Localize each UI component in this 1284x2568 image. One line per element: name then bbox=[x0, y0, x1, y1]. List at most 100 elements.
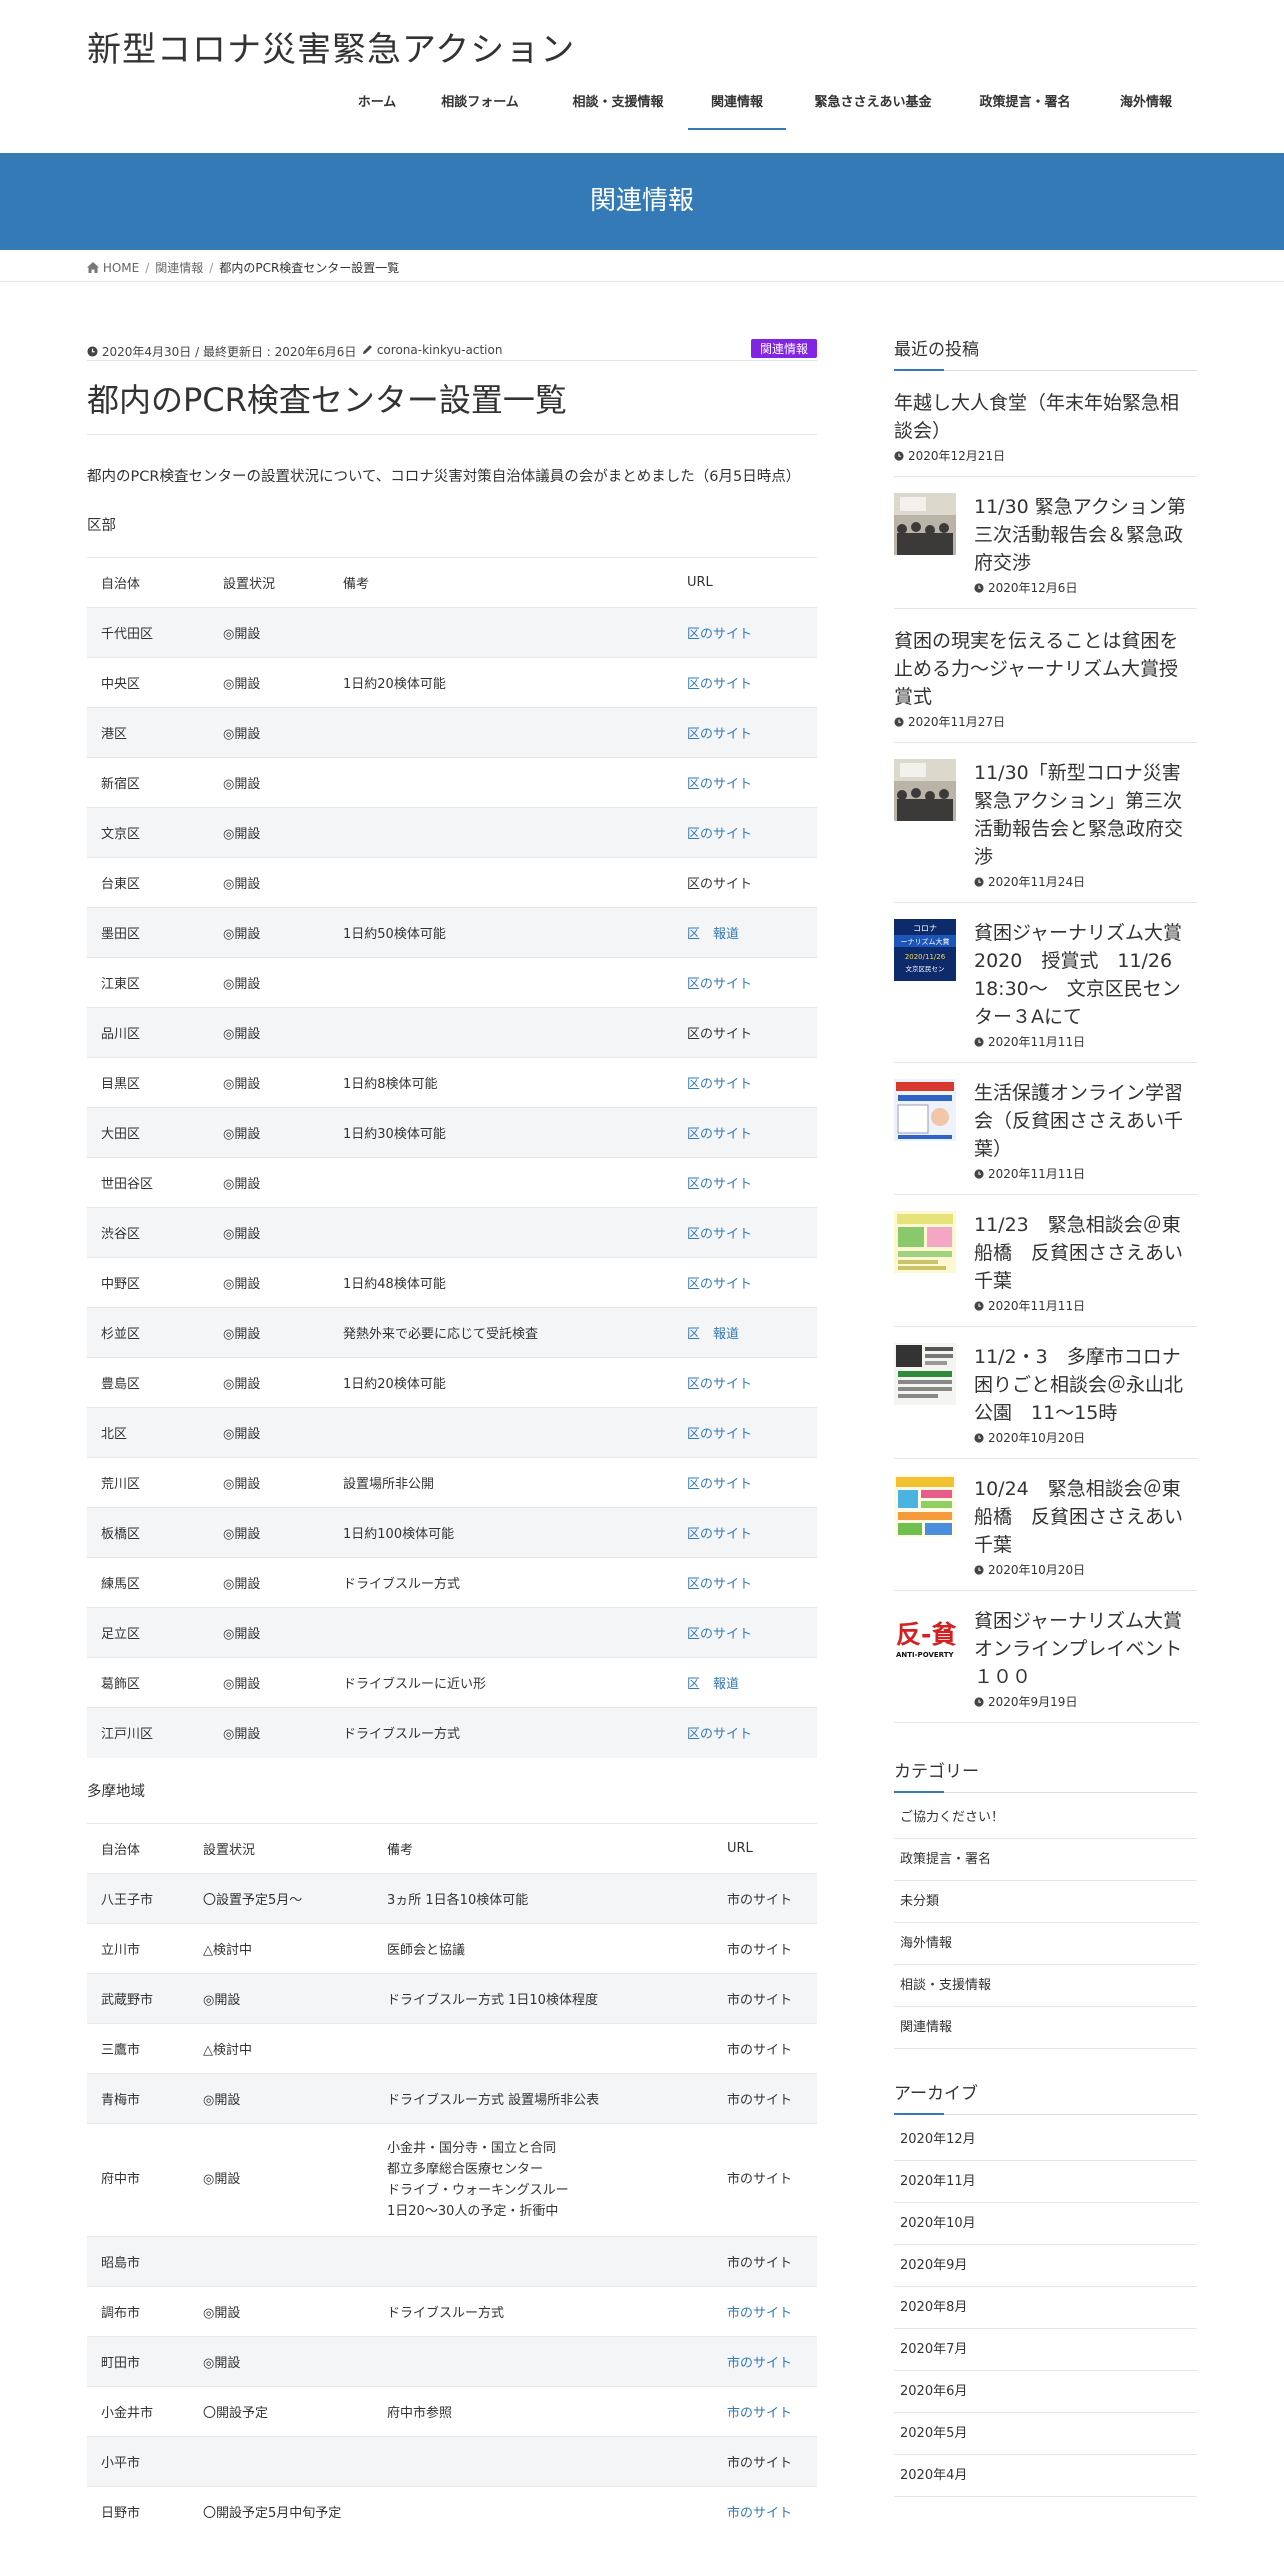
clock-icon bbox=[894, 717, 904, 727]
url-link[interactable]: 区のサイト bbox=[673, 758, 817, 808]
status-cell: ◎開設 bbox=[223, 777, 261, 792]
post-thumbnail[interactable] bbox=[894, 1475, 956, 1537]
note-cell bbox=[373, 2336, 713, 2386]
recent-post[interactable]: 11/23 緊急相談会＠東船橋 反貧困ささえあい千葉 2020年11月11日 bbox=[894, 1195, 1197, 1327]
url-link[interactable]: 区のサイト bbox=[673, 707, 817, 758]
nav-support-info[interactable]: 相談・支援情報 bbox=[560, 88, 676, 130]
url-link[interactable]: 区 報道 bbox=[673, 1658, 817, 1708]
archive-item[interactable]: 2020年5月 bbox=[894, 2413, 1197, 2455]
municipality-cell: 江東区 bbox=[101, 977, 141, 992]
category-badge[interactable]: 関連情報 bbox=[750, 339, 817, 358]
post-title[interactable]: 貧困の現実を伝えることは貧困を止める力〜ジャーナリズム大賞授賞式 bbox=[894, 627, 1197, 711]
municipality-cell: 文京区 bbox=[87, 807, 209, 858]
archive-item[interactable]: 2020年12月 bbox=[894, 2119, 1197, 2161]
post-title[interactable]: 11/30「新型コロナ災害緊急アクション」第三次活動報告会と緊急政府交渉 bbox=[974, 759, 1197, 871]
recent-post[interactable]: コロナ ーナリズム大賞 2020/11/26 文京区民セン 貧困ジャーナリズム大賞202… bbox=[894, 903, 1197, 1063]
nav-fund[interactable]: 緊急ささえあい基金 bbox=[800, 88, 946, 130]
url-link[interactable]: 区のサイト bbox=[673, 1458, 817, 1508]
url-link[interactable]: 市のサイト bbox=[713, 2386, 817, 2436]
post-thumbnail[interactable] bbox=[894, 759, 956, 821]
url-link[interactable]: 区のサイト bbox=[673, 1258, 817, 1308]
url-link[interactable]: 市のサイト bbox=[713, 2286, 817, 2336]
status-cell: ◎開設 bbox=[203, 2305, 241, 2321]
archive-item[interactable]: 2020年8月 bbox=[894, 2287, 1197, 2329]
nav-overseas[interactable]: 海外情報 bbox=[1108, 88, 1184, 130]
table-row: 新宿区 ◎開設 区のサイト bbox=[87, 757, 817, 808]
url-link[interactable]: 区のサイト bbox=[673, 658, 817, 708]
note-cell bbox=[329, 758, 673, 808]
post-thumbnail[interactable] bbox=[894, 493, 956, 555]
status-cell: ◎開設 bbox=[223, 1177, 261, 1192]
nav-policy[interactable]: 政策提言・署名 bbox=[966, 88, 1084, 130]
recent-post[interactable]: 10/24 緊急相談会＠東船橋 反貧困ささえあい千葉 2020年10月20日 bbox=[894, 1459, 1197, 1591]
post-title[interactable]: 貧困ジャーナリズム大賞オンラインプレイベント１００ bbox=[974, 1607, 1197, 1691]
post-title[interactable]: 11/23 緊急相談会＠東船橋 反貧困ささえあい千葉 bbox=[974, 1211, 1197, 1295]
url-link[interactable]: 区のサイト bbox=[673, 958, 817, 1008]
status-cell: ◎開設 bbox=[209, 707, 329, 758]
url-link[interactable]: 区のサイト bbox=[673, 1707, 817, 1758]
archive-item[interactable]: 2020年10月 bbox=[894, 2203, 1197, 2245]
url-link[interactable]: 区のサイト bbox=[673, 1158, 817, 1208]
category-item[interactable]: ご協力ください！ bbox=[894, 1797, 1197, 1839]
url-link[interactable]: 区のサイト bbox=[673, 1058, 817, 1108]
category-item[interactable]: 相談・支援情報 bbox=[894, 1965, 1197, 2007]
post-title[interactable]: 11/2・3 多摩市コロナ困りごと相談会＠永山北公園 11～15時 bbox=[974, 1343, 1197, 1427]
post-title[interactable]: 生活保護オンライン学習会（反貧困ささえあい千葉） bbox=[974, 1079, 1197, 1163]
post-thumbnail[interactable] bbox=[894, 1079, 956, 1141]
breadcrumb-parent[interactable]: 関連情報 bbox=[155, 261, 203, 275]
url-link[interactable]: 区のサイト bbox=[673, 1107, 817, 1158]
post-date: 2020年12月6日 bbox=[974, 579, 1197, 596]
breadcrumb-home[interactable]: HOME bbox=[103, 261, 139, 275]
recent-post[interactable]: 生活保護オンライン学習会（反貧困ささえあい千葉） 2020年11月11日 bbox=[894, 1063, 1197, 1195]
table-row: 板橋区 ◎開設 1日約100検体可能 区のサイト bbox=[87, 1507, 817, 1558]
post-title[interactable]: 11/30 緊急アクション第三次活動報告会＆緊急政府交渉 bbox=[974, 493, 1197, 577]
post-date-text: 2020年10月20日 bbox=[988, 1563, 1086, 1577]
post-thumbnail[interactable]: 反-貧 ANTI-POVERTY bbox=[894, 1607, 956, 1669]
municipality-cell: 墨田区 bbox=[87, 907, 209, 958]
thumb-text: コロナ bbox=[913, 924, 937, 933]
archive-item[interactable]: 2020年6月 bbox=[894, 2371, 1197, 2413]
url-link[interactable]: 区 報道 bbox=[673, 907, 817, 958]
url-link[interactable]: 区のサイト bbox=[673, 807, 817, 858]
note-cell bbox=[373, 2486, 713, 2536]
url-link[interactable]: 区のサイト bbox=[673, 1507, 817, 1558]
url-link[interactable]: 区のサイト bbox=[673, 1558, 817, 1608]
recent-post[interactable]: 反-貧 ANTI-POVERTY 貧困ジャーナリズム大賞オンラインプレイベント１００… bbox=[894, 1591, 1197, 1723]
entry-author-name[interactable]: corona-kinkyu-action bbox=[377, 343, 503, 357]
url-link[interactable]: 市のサイト bbox=[713, 2336, 817, 2386]
url-link[interactable]: 区 報道 bbox=[673, 1307, 817, 1358]
nav-consult-form[interactable]: 相談フォーム bbox=[430, 88, 530, 130]
url-link[interactable]: 市のサイト bbox=[713, 2486, 817, 2536]
note-cell bbox=[329, 958, 673, 1008]
status-cell: 〇開設予定 bbox=[203, 2405, 269, 2421]
category-item[interactable]: 関連情報 bbox=[894, 2007, 1197, 2049]
post-title[interactable]: 10/24 緊急相談会＠東船橋 反貧困ささえあい千葉 bbox=[974, 1475, 1197, 1559]
nav-home[interactable]: ホーム bbox=[346, 88, 408, 130]
recent-post[interactable]: 11/2・3 多摩市コロナ困りごと相談会＠永山北公園 11～15時 2020年10… bbox=[894, 1327, 1197, 1459]
archive-item[interactable]: 2020年9月 bbox=[894, 2245, 1197, 2287]
recent-post[interactable]: 11/30 緊急アクション第三次活動報告会＆緊急政府交渉 2020年12月6日 bbox=[894, 477, 1197, 609]
recent-post[interactable]: 11/30「新型コロナ災害緊急アクション」第三次活動報告会と緊急政府交渉 2020… bbox=[894, 743, 1197, 903]
table-row: 荒川区 ◎開設 設置場所非公開 区のサイト bbox=[87, 1457, 817, 1508]
category-item[interactable]: 海外情報 bbox=[894, 1923, 1197, 1965]
url-link[interactable]: 区のサイト bbox=[673, 1207, 817, 1258]
post-thumbnail[interactable]: コロナ ーナリズム大賞 2020/11/26 文京区民セン bbox=[894, 919, 956, 981]
nav-related-info[interactable]: 関連情報 bbox=[688, 88, 786, 130]
url-link[interactable]: 区のサイト bbox=[673, 607, 817, 658]
recent-post[interactable]: 貧困の現実を伝えることは貧困を止める力〜ジャーナリズム大賞授賞式 2020年11月… bbox=[894, 609, 1197, 743]
post-title[interactable]: 貧困ジャーナリズム大賞2020 授賞式 11/26 18:30～ 文京区民センタ… bbox=[974, 919, 1197, 1031]
url-link[interactable]: 区のサイト bbox=[673, 1358, 817, 1408]
recent-post[interactable]: 年越し大人食堂（年末年始緊急相談会） 2020年12月21日 bbox=[894, 371, 1197, 477]
page-header-title: 関連情報 bbox=[589, 186, 694, 216]
site-title[interactable]: 新型コロナ災害緊急アクション bbox=[87, 22, 575, 71]
post-title[interactable]: 年越し大人食堂（年末年始緊急相談会） bbox=[894, 389, 1197, 445]
category-item[interactable]: 政策提言・署名 bbox=[894, 1839, 1197, 1881]
archive-item[interactable]: 2020年4月 bbox=[894, 2455, 1197, 2497]
category-item[interactable]: 未分類 bbox=[894, 1881, 1197, 1923]
archive-item[interactable]: 2020年7月 bbox=[894, 2329, 1197, 2371]
url-link[interactable]: 区のサイト bbox=[673, 1607, 817, 1658]
post-thumbnail[interactable] bbox=[894, 1211, 956, 1273]
url-link[interactable]: 区のサイト bbox=[673, 1407, 817, 1458]
post-thumbnail[interactable] bbox=[894, 1343, 956, 1405]
archive-item[interactable]: 2020年11月 bbox=[894, 2161, 1197, 2203]
